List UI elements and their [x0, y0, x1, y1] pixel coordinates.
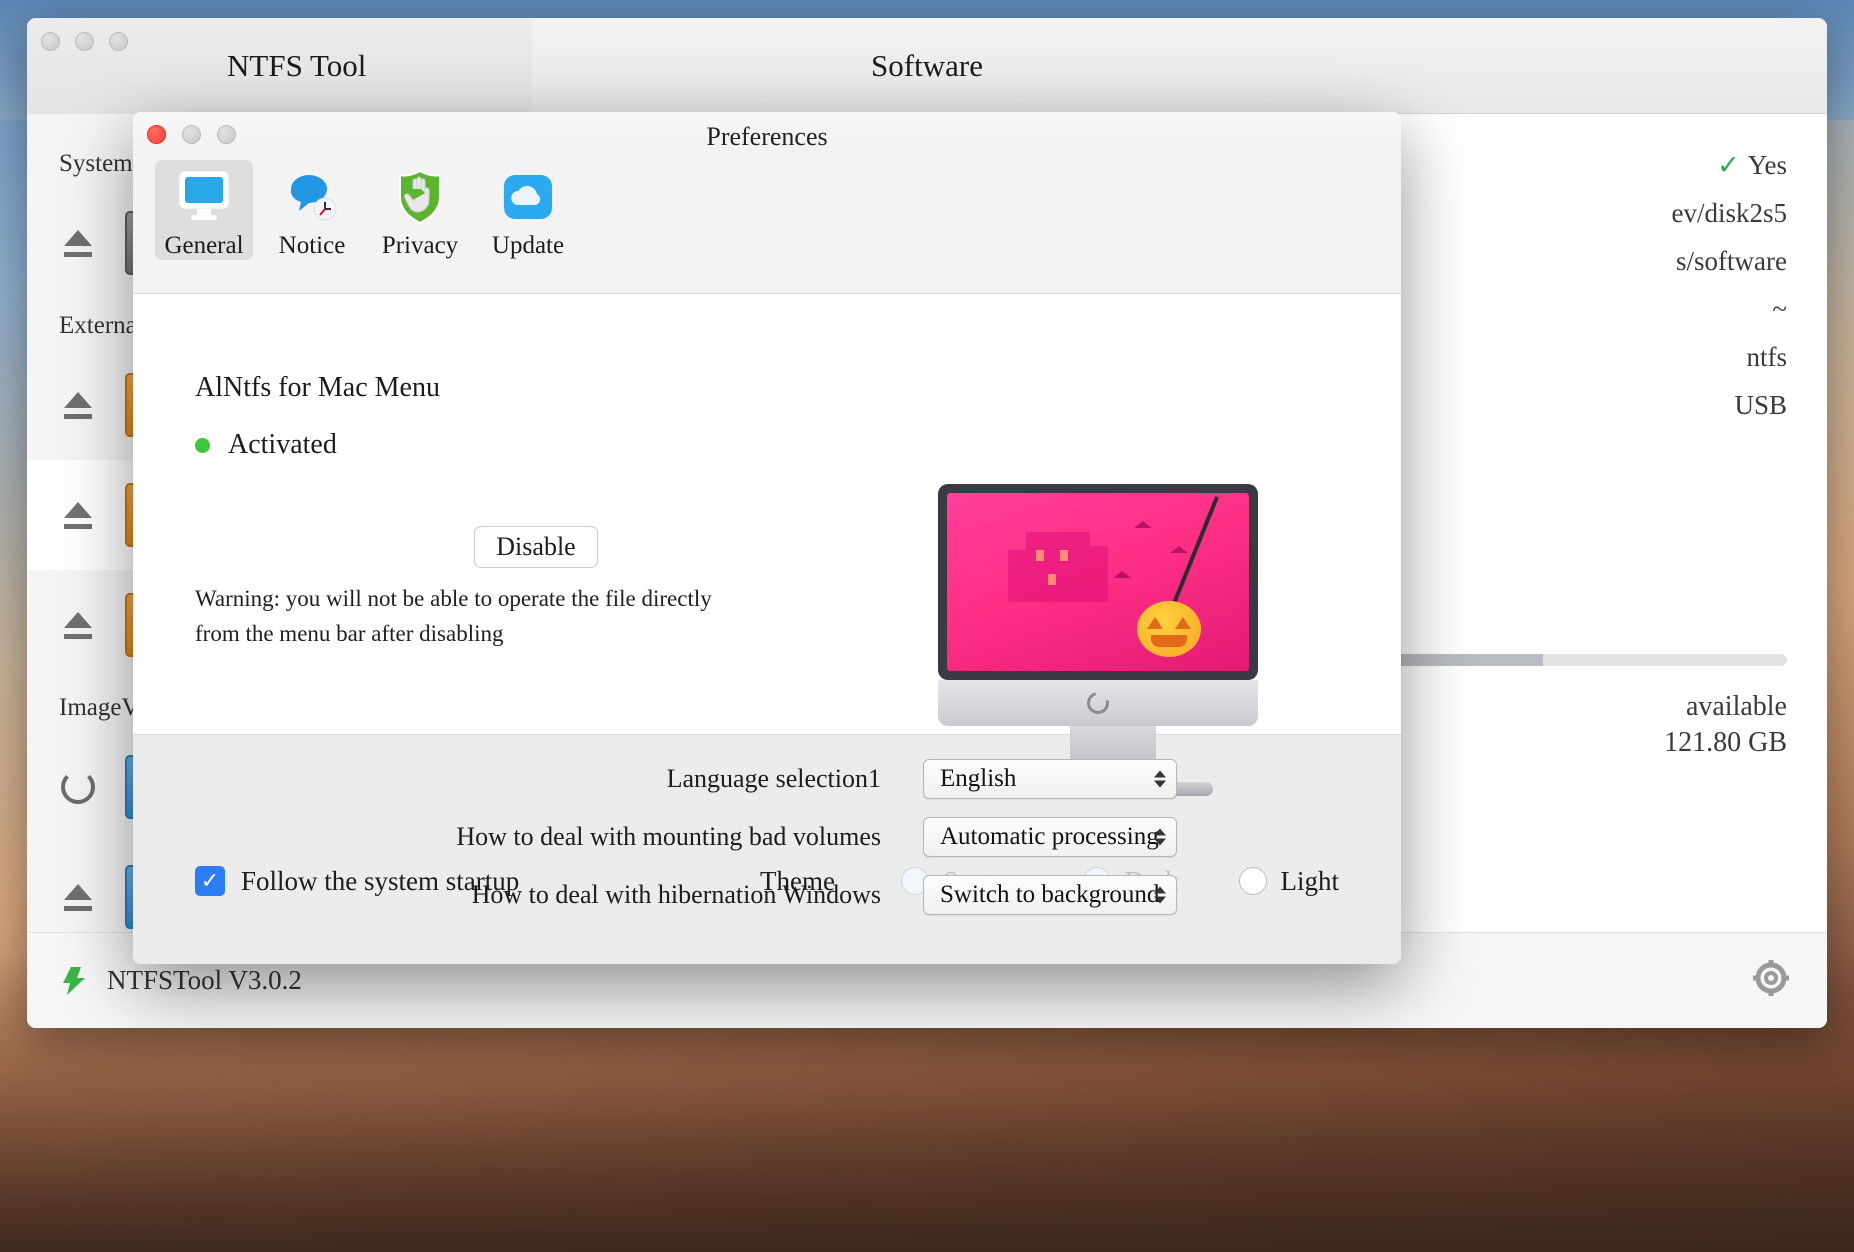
stepper-arrows-icon: [1154, 829, 1166, 846]
shield-hand-icon: [371, 166, 469, 228]
status-label: Activated: [228, 429, 337, 461]
preferences-titlebar: Preferences: [133, 112, 1401, 160]
tab-notice[interactable]: Notice: [263, 160, 361, 260]
eject-icon[interactable]: [61, 388, 95, 422]
theme-label: Theme: [760, 866, 835, 897]
loading-spinner-icon: [1083, 688, 1113, 718]
info-value: Yes: [1748, 150, 1787, 180]
eject-icon[interactable]: [61, 880, 95, 914]
imac-chin: [938, 680, 1258, 726]
startup-checkbox-wrap[interactable]: ✓ Follow the system startup: [195, 866, 519, 897]
cloud-icon: [479, 166, 577, 228]
gear-icon[interactable]: [1751, 958, 1791, 998]
bad-volumes-select-value: Automatic processing: [940, 823, 1159, 851]
eject-icon[interactable]: [61, 498, 95, 532]
tab-general-label: General: [155, 232, 253, 260]
info-row-writable: ✓ Yes: [1671, 150, 1787, 181]
menu-status-row: Activated: [195, 429, 337, 461]
stepper-arrows-icon: [1154, 887, 1166, 904]
preferences-title: Preferences: [133, 122, 1401, 152]
info-row-filesystem: ntfs: [1671, 342, 1787, 373]
app-title-center: Software: [27, 48, 1827, 84]
radio-icon[interactable]: [1239, 867, 1267, 895]
info-row-connection: USB: [1671, 390, 1787, 421]
refresh-icon[interactable]: [61, 770, 95, 804]
theme-option-light-label: Light: [1281, 866, 1340, 897]
info-row-device: ev/disk2s5: [1671, 198, 1787, 229]
eject-icon[interactable]: [61, 226, 95, 260]
imac-screen: [938, 484, 1258, 680]
speech-bubble-clock-icon: [263, 166, 361, 228]
info-row-owner: ~: [1671, 294, 1787, 325]
tab-update-label: Update: [479, 232, 577, 260]
startup-and-theme-row: ✓ Follow the system startup Theme System…: [133, 849, 1401, 913]
preferences-general-pane: AlNtfs for Mac Menu Activated Disable Wa…: [133, 294, 1401, 734]
status-dot-icon: [195, 438, 210, 453]
halloween-wallpaper: [947, 493, 1249, 671]
tab-privacy[interactable]: Privacy: [371, 160, 469, 260]
theme-option-light[interactable]: Light: [1239, 866, 1340, 897]
section-title: AlNtfs for Mac Menu: [195, 372, 440, 404]
app-titlebar: NTFS Tool Software: [27, 18, 1827, 114]
app-version-label: NTFSTool V3.0.2: [107, 965, 302, 996]
capacity-value: 121.80 GB: [1664, 725, 1787, 761]
tab-update[interactable]: Update: [479, 160, 577, 260]
disable-button[interactable]: Disable: [474, 526, 598, 568]
capacity-text: available 121.80 GB: [1664, 689, 1787, 762]
pumpkin-icon: [1137, 601, 1201, 657]
language-label: Language selection1: [133, 764, 923, 794]
volume-info-list: ✓ Yes ev/disk2s5 s/software ~ ntfs USB: [1671, 150, 1787, 438]
preferences-toolbar: General Notice Privacy: [133, 160, 1401, 294]
warning-text: Warning: you will not be able to operate…: [195, 582, 755, 651]
check-icon: ✓: [1717, 150, 1740, 180]
imac-illustration: [938, 484, 1288, 774]
tab-notice-label: Notice: [263, 232, 361, 260]
language-select[interactable]: English: [923, 759, 1177, 799]
capacity-available-label: available: [1664, 689, 1787, 725]
tab-general[interactable]: General: [155, 160, 253, 260]
info-row-mountpoint: s/software: [1671, 246, 1787, 277]
castle-shape: [1026, 532, 1090, 602]
stepper-arrows-icon: [1154, 771, 1166, 788]
hibernation-select-value: Switch to background: [940, 881, 1159, 909]
eject-icon[interactable]: [61, 608, 95, 642]
language-select-value: English: [940, 765, 1016, 793]
tab-privacy-label: Privacy: [371, 232, 469, 260]
bad-volumes-select[interactable]: Automatic processing: [923, 817, 1177, 857]
preferences-dialog: Preferences General: [133, 112, 1401, 964]
ntfs-logo-icon: [57, 964, 91, 998]
monitor-icon: [155, 166, 253, 228]
startup-checkbox[interactable]: ✓: [195, 866, 225, 896]
startup-checkbox-label: Follow the system startup: [241, 866, 519, 897]
capacity-bar: [1367, 654, 1787, 666]
bad-volumes-label: How to deal with mounting bad volumes: [133, 822, 923, 852]
hibernation-select[interactable]: Switch to background: [923, 875, 1177, 915]
